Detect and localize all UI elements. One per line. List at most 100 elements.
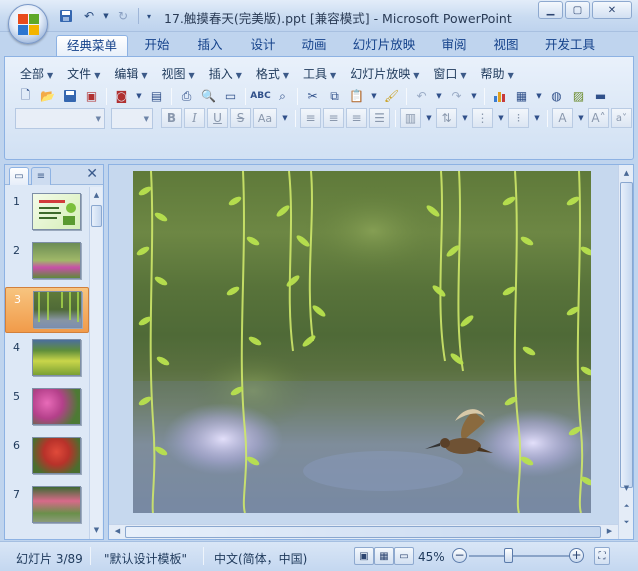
- menu-slideshow[interactable]: 幻灯片放映 ▼: [343, 63, 426, 84]
- tab-developer[interactable]: 开发工具: [538, 35, 602, 56]
- paste-icon[interactable]: 📋: [346, 86, 367, 106]
- insert-clipart-icon[interactable]: ◍: [546, 86, 567, 106]
- justify-icon[interactable]: ☰: [369, 108, 390, 128]
- scroll-up-icon[interactable]: ▲: [619, 167, 634, 180]
- scroll-right-icon[interactable]: ▶: [603, 525, 616, 538]
- menu-edit[interactable]: 编辑 ▼: [107, 63, 154, 84]
- slideshow-view-icon[interactable]: ▭: [394, 547, 414, 565]
- previous-slide-icon[interactable]: ⏶: [619, 500, 634, 513]
- numbering-dropdown-icon[interactable]: ▼: [495, 108, 507, 128]
- redo-dropdown-icon[interactable]: ▼: [468, 86, 480, 106]
- grow-font-icon[interactable]: A˄: [588, 108, 609, 128]
- print-icon[interactable]: ⎙: [176, 86, 197, 106]
- slide-thumb-2[interactable]: 2: [5, 239, 89, 285]
- tab-home[interactable]: 开始: [136, 35, 178, 56]
- scrollbar-thumb[interactable]: [91, 205, 102, 227]
- insert-table-icon[interactable]: ▦: [511, 86, 532, 106]
- zoom-in-icon[interactable]: +: [569, 548, 584, 563]
- maximize-button[interactable]: ▢: [565, 1, 590, 19]
- cut-icon[interactable]: ✂: [302, 86, 323, 106]
- tab-insert[interactable]: 插入: [189, 35, 231, 56]
- underline-button[interactable]: U: [207, 108, 228, 128]
- save-icon[interactable]: [59, 86, 80, 106]
- email-icon[interactable]: ▭: [220, 86, 241, 106]
- research-icon[interactable]: ⌕: [272, 86, 293, 106]
- spelling-icon[interactable]: ABC: [250, 86, 271, 106]
- shadow-button[interactable]: S: [230, 108, 251, 128]
- shrink-font-icon[interactable]: a˅: [611, 108, 632, 128]
- slide-thumb-4[interactable]: 4: [5, 336, 89, 382]
- zoom-level[interactable]: 45%: [418, 550, 445, 564]
- tab-slideshow[interactable]: 幻灯片放映: [347, 35, 421, 56]
- slide-thumb-3[interactable]: 3: [5, 287, 89, 333]
- close-button[interactable]: ✕: [592, 1, 632, 19]
- slides-tab-icon[interactable]: ▭: [9, 167, 29, 185]
- bold-button[interactable]: B: [161, 108, 182, 128]
- close-panel-icon[interactable]: ✕: [86, 166, 98, 182]
- slide-canvas[interactable]: [133, 171, 591, 513]
- outline-tab-icon[interactable]: ≡: [31, 167, 51, 185]
- zoom-slider-track[interactable]: [469, 555, 571, 557]
- scroll-left-icon[interactable]: ◀: [111, 525, 124, 538]
- office-button[interactable]: [8, 4, 48, 44]
- insert-picture-icon[interactable]: ▨: [568, 86, 589, 106]
- editor-horizontal-scrollbar[interactable]: ◀ ▶: [109, 524, 618, 539]
- slide-thumb-1[interactable]: 1: [5, 190, 89, 236]
- case-dropdown-icon[interactable]: ▼: [279, 108, 291, 128]
- permission-icon[interactable]: ▣: [81, 86, 102, 106]
- undo-dropdown-icon[interactable]: ▼: [433, 86, 445, 106]
- copy-icon[interactable]: ⧉: [324, 86, 345, 106]
- menu-file[interactable]: 文件 ▼: [60, 63, 107, 84]
- slide-thumb-5[interactable]: 5: [5, 385, 89, 431]
- insert-chart-icon[interactable]: [489, 86, 510, 106]
- undo-icon[interactable]: ↶: [79, 7, 99, 25]
- zoom-slider-handle[interactable]: [503, 548, 513, 563]
- scrollbar-thumb[interactable]: [125, 526, 601, 538]
- normal-view-icon[interactable]: ▣: [354, 547, 374, 565]
- font-color-icon[interactable]: A: [552, 108, 573, 128]
- zoom-out-icon[interactable]: −: [452, 548, 467, 563]
- thumbnail-scrollbar[interactable]: ▲ ▼: [89, 187, 102, 539]
- align-left-icon[interactable]: ≡: [300, 108, 321, 128]
- redo-icon[interactable]: ↷: [446, 86, 467, 106]
- menu-window[interactable]: 窗口 ▼: [426, 63, 473, 84]
- menu-help[interactable]: 帮助 ▼: [474, 63, 521, 84]
- undo-icon[interactable]: ↶: [411, 86, 432, 106]
- tab-design[interactable]: 设计: [242, 35, 284, 56]
- theme-name[interactable]: "默认设计模板": [104, 550, 187, 567]
- bullets-icon[interactable]: ⁝: [508, 108, 529, 128]
- language-indicator[interactable]: 中文(简体，中国): [214, 550, 307, 567]
- font-color-dropdown-icon[interactable]: ▼: [575, 108, 587, 128]
- scroll-down-icon[interactable]: ▼: [619, 482, 634, 495]
- font-name-combo[interactable]: ▼: [15, 107, 105, 129]
- next-slide-icon[interactable]: ⏷: [619, 516, 634, 529]
- color-grayscale-icon[interactable]: ▬: [590, 86, 611, 106]
- open-icon[interactable]: 📂: [37, 86, 58, 106]
- menu-format[interactable]: 格式 ▼: [249, 63, 296, 84]
- menu-all[interactable]: 全部 ▼: [13, 63, 60, 84]
- minimize-button[interactable]: ▁: [538, 1, 563, 19]
- format-painter-icon[interactable]: 🖌: [381, 86, 402, 106]
- tab-classic-menu[interactable]: 经典菜单: [56, 35, 128, 56]
- change-case-button[interactable]: Aa: [253, 108, 277, 128]
- tab-animation[interactable]: 动画: [293, 35, 335, 56]
- preview-icon[interactable]: 🔍: [198, 86, 219, 106]
- slide-thumb-6[interactable]: 6: [5, 434, 89, 480]
- menu-view[interactable]: 视图 ▼: [155, 63, 202, 84]
- align-center-icon[interactable]: ≡: [323, 108, 344, 128]
- publish-icon[interactable]: ▤: [146, 86, 167, 106]
- slide-sorter-icon[interactable]: ▦: [374, 547, 394, 565]
- paste-dropdown-icon[interactable]: ▼: [368, 86, 380, 106]
- fit-to-window-icon[interactable]: ⛶: [594, 547, 610, 565]
- menu-insert[interactable]: 插入 ▼: [202, 63, 249, 84]
- tab-view[interactable]: 视图: [485, 35, 527, 56]
- menu-tools[interactable]: 工具 ▼: [296, 63, 343, 84]
- tab-review[interactable]: 审阅: [433, 35, 475, 56]
- direction-dropdown-icon[interactable]: ▼: [459, 108, 471, 128]
- numbering-icon[interactable]: ⋮: [472, 108, 493, 128]
- slide-thumb-7[interactable]: 7: [5, 483, 89, 529]
- redo-icon[interactable]: ↻: [113, 7, 133, 25]
- bullets-dropdown-icon[interactable]: ▼: [531, 108, 543, 128]
- customize-qat-icon[interactable]: ▾: [144, 7, 154, 25]
- align-right-icon[interactable]: ≡: [346, 108, 367, 128]
